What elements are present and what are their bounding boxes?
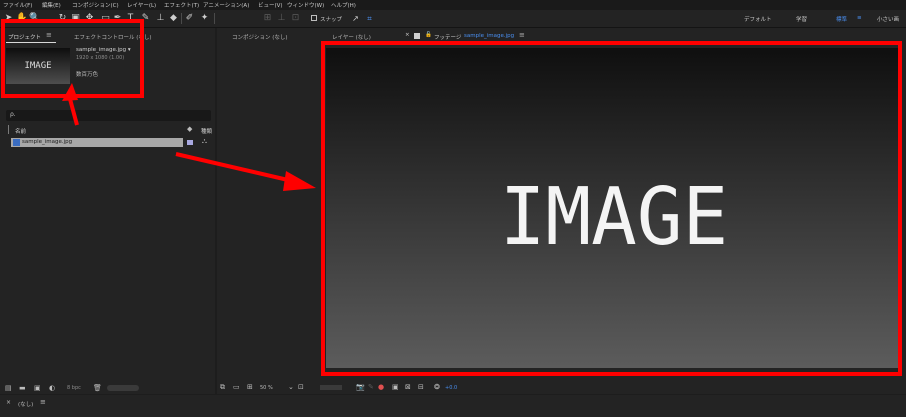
arrow-up-icon [62,83,79,126]
arrow-right-icon [175,152,316,191]
annotation-arrows [62,83,316,191]
